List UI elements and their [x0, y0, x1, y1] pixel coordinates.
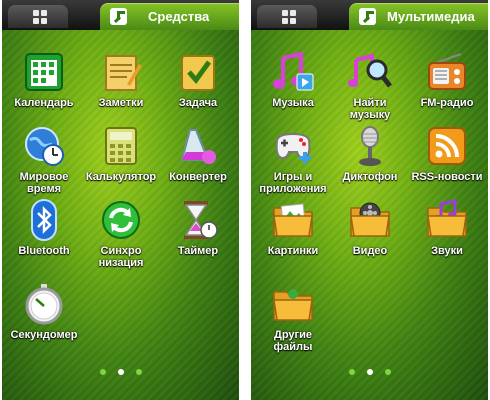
app-other-files[interactable]: Другие файлы	[251, 282, 335, 353]
app-label: Другие файлы	[273, 329, 313, 353]
world-clock-icon	[22, 124, 66, 168]
page-indicator	[251, 362, 488, 380]
tab-bar: Средства	[2, 0, 239, 30]
app-label: Звуки	[431, 245, 463, 257]
tab-main-menu[interactable]	[8, 5, 68, 28]
app-label: Календарь	[14, 97, 74, 109]
games-icon	[271, 124, 315, 168]
app-task[interactable]: Задача	[156, 50, 239, 109]
app-world-clock[interactable]: Мировое время	[2, 124, 86, 195]
app-label: RSS-новости	[411, 171, 483, 183]
app-sync[interactable]: Синхро низация	[79, 198, 163, 269]
tab-main-menu[interactable]	[257, 5, 317, 28]
app-converter[interactable]: Конвертер	[156, 124, 239, 183]
app-stopwatch[interactable]: Секундомер	[2, 282, 86, 341]
app-label: Задача	[178, 97, 218, 109]
radio-icon	[425, 50, 469, 94]
shortcut-arrow-icon	[110, 8, 127, 25]
app-label: Калькулятор	[85, 171, 157, 183]
app-games[interactable]: Игры и приложения	[251, 124, 335, 195]
shortcut-arrow-icon	[359, 8, 376, 25]
task-icon	[176, 50, 220, 94]
sync-icon	[99, 198, 143, 242]
app-sounds[interactable]: Звуки	[405, 198, 488, 257]
tab-multimedia[interactable]: Мультимедиа	[349, 3, 488, 30]
app-voice-recorder[interactable]: Диктофон	[328, 124, 412, 183]
app-fm-radio[interactable]: FM-радио	[405, 50, 488, 109]
app-label: Секундомер	[10, 329, 78, 341]
app-label: Синхро низация	[98, 245, 144, 269]
app-label: Картинки	[267, 245, 319, 257]
app-label: Мировое время	[19, 171, 69, 195]
music-icon	[271, 50, 315, 94]
app-label: Таймер	[177, 245, 219, 257]
page-dot-active[interactable]	[366, 369, 373, 375]
multimedia-screen: Мультимедиа Музыка Найти музыку FM-радио…	[251, 0, 488, 400]
video-folder-icon	[348, 198, 392, 242]
tab-tools[interactable]: Средства	[100, 3, 239, 30]
timer-icon	[176, 198, 220, 242]
app-music[interactable]: Музыка	[251, 50, 335, 109]
app-label: Музыка	[272, 97, 314, 109]
app-label: Конвертер	[169, 171, 227, 183]
page-indicator	[2, 362, 239, 380]
app-label: Найти музыку	[349, 97, 391, 121]
stopwatch-icon	[22, 282, 66, 326]
app-label: Заметки	[98, 97, 144, 109]
app-video[interactable]: Видео	[328, 198, 412, 257]
app-pictures[interactable]: Картинки	[251, 198, 335, 257]
calculator-icon	[99, 124, 143, 168]
sounds-folder-icon	[425, 198, 469, 242]
tab-bar: Мультимедиа	[251, 0, 488, 30]
app-label: Игры и приложения	[259, 171, 327, 195]
microphone-icon	[348, 124, 392, 168]
app-calculator[interactable]: Калькулятор	[79, 124, 163, 183]
tab-title: Средства	[148, 9, 210, 24]
pictures-folder-icon	[271, 198, 315, 242]
grid-menu-icon	[33, 10, 47, 24]
page-dot[interactable]	[99, 369, 106, 375]
tab-title: Мультимедиа	[387, 9, 475, 24]
page-dot[interactable]	[384, 369, 391, 375]
bluetooth-icon	[22, 198, 66, 242]
app-find-music[interactable]: Найти музыку	[328, 50, 412, 121]
tools-screen: Средства Календарь Заметки Задача Мирово…	[2, 0, 239, 400]
rss-icon	[425, 124, 469, 168]
app-rss[interactable]: RSS-новости	[405, 124, 488, 183]
other-files-folder-icon	[271, 282, 315, 326]
page-dot[interactable]	[135, 369, 142, 375]
app-notes[interactable]: Заметки	[79, 50, 163, 109]
calendar-icon	[22, 50, 66, 94]
app-label: Диктофон	[342, 171, 398, 183]
notes-icon	[99, 50, 143, 94]
app-calendar[interactable]: Календарь	[2, 50, 86, 109]
grid-menu-icon	[282, 10, 296, 24]
app-label: Bluetooth	[18, 245, 70, 257]
app-label: Видео	[352, 245, 388, 257]
app-label: FM-радио	[420, 97, 474, 109]
app-bluetooth[interactable]: Bluetooth	[2, 198, 86, 257]
app-timer[interactable]: Таймер	[156, 198, 239, 257]
page-dot-active[interactable]	[117, 369, 124, 375]
page-dot[interactable]	[348, 369, 355, 375]
find-music-icon	[348, 50, 392, 94]
converter-icon	[176, 124, 220, 168]
